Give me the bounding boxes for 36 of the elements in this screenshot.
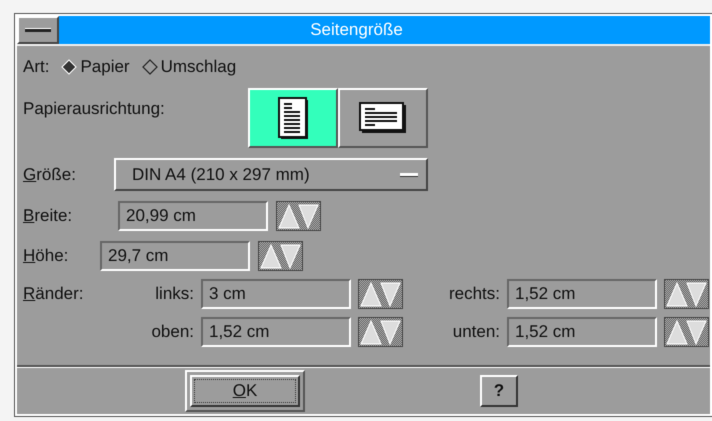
spin-buttons-icon[interactable] [258,241,303,271]
window-title: Seitengröße [310,19,403,42]
portrait-page-icon [278,97,308,139]
height-field[interactable]: 29,7 cm [100,241,250,271]
margin-label: links: [155,283,194,306]
margin-label: oben: [151,321,194,344]
orientation-label: Papierausrichtung: [23,98,166,120]
spin-buttons-icon[interactable] [664,279,709,309]
margin-field[interactable]: 3 cm [201,279,351,309]
spin-buttons-icon[interactable] [358,317,403,347]
type-label: Art: [23,56,50,78]
radio-selected-icon[interactable] [61,59,78,75]
help-button[interactable]: ? [480,375,518,407]
radio-option[interactable]: Papier [61,54,130,80]
landscape-page-icon [359,102,407,134]
margin-label: rechts: [448,283,500,306]
dropdown-icon [400,172,418,176]
orientation-button[interactable] [338,88,428,148]
margin-field[interactable]: 1,52 cm [507,279,657,309]
height-label: Höhe: [23,245,70,268]
spin-buttons-icon[interactable] [276,201,321,231]
width-field[interactable]: 20,99 cm [118,201,268,231]
width-label: Breite: [23,205,74,228]
spin-buttons-icon[interactable] [664,317,709,347]
size-dropdown[interactable]: DIN A4 (210 x 297 mm) [114,158,428,191]
margins-label: Ränder: [23,283,84,306]
orientation-button[interactable] [248,88,338,148]
spin-buttons-icon[interactable] [358,279,403,309]
margin-label: unten: [452,321,500,344]
radio-icon[interactable] [142,59,158,75]
size-label: Größe: [23,164,77,186]
ok-button[interactable]: OK [190,375,300,407]
system-menu-button[interactable] [17,16,59,44]
margin-field[interactable]: 1,52 cm [201,317,351,347]
radio-option[interactable]: Umschlag [142,54,236,80]
margin-field[interactable]: 1,52 cm [507,317,657,347]
